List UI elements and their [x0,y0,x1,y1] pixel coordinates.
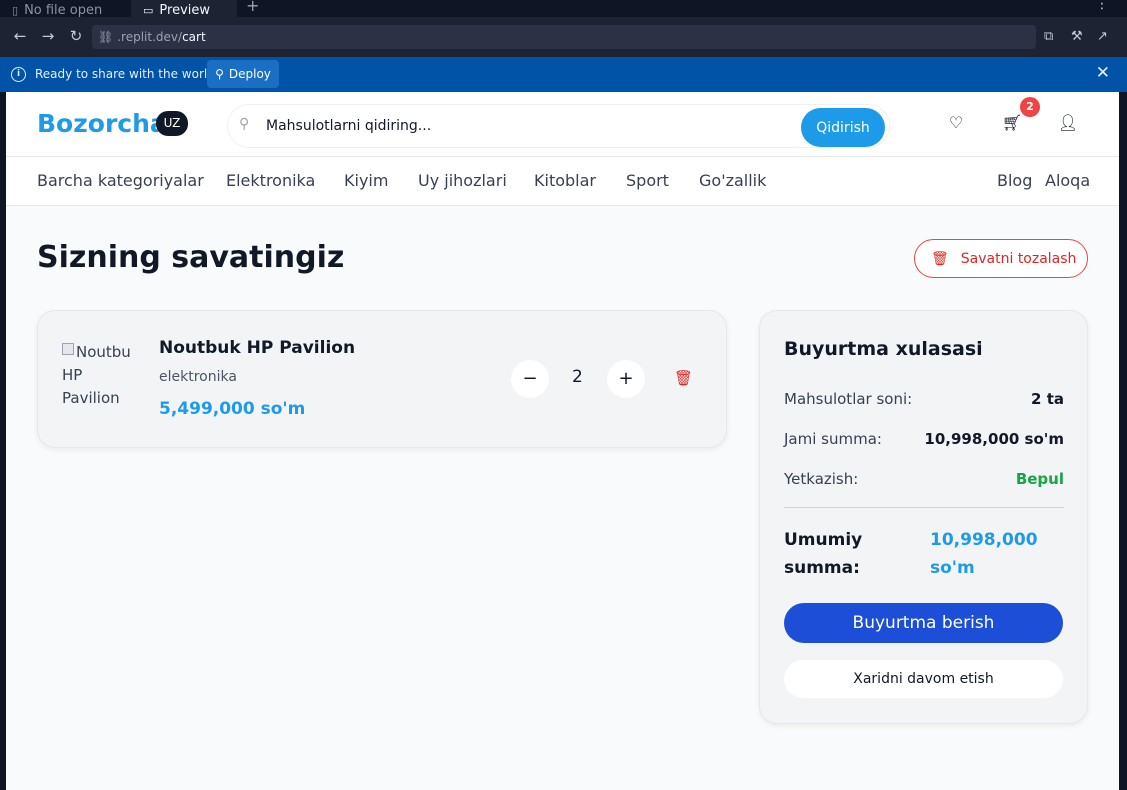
url-domain: .replit.dev/ [117,30,183,44]
cart-count-badge: 2 [1020,97,1040,117]
product-price: 5,499,000 so'm [159,399,306,419]
site-logo[interactable]: Bozorcha [37,109,167,138]
tab-label: No file open [24,3,103,18]
search-icon: ⚲ [239,116,250,132]
deploy-label: Deploy [228,67,271,81]
devices-icon[interactable]: ⧉ [1044,29,1053,44]
decrease-quantity-button[interactable]: − [511,360,549,398]
sum-value: 10,998,000 so'm [924,430,1064,448]
nav-home[interactable]: Uy jihozlari [418,171,507,190]
browser-tabbar: ▯ No file open ▭ Preview + ⋮ [0,0,1127,17]
reload-icon[interactable]: ↻ [67,27,85,45]
nav-beauty[interactable]: Go'zallik [699,171,766,190]
window-edge [1119,92,1127,790]
wrench-icon[interactable]: ⚒ [1071,29,1083,44]
nav-contact[interactable]: Aloqa [1045,171,1090,190]
url-path: cart [182,30,206,44]
url-toolbar: ← → ↻ ⛓ .replit.dev/cart ⧉ ⚒ ↗ [0,17,1127,57]
file-icon: ▯ [12,4,19,17]
nav-all-categories[interactable]: Barcha kategoriyalar [37,171,204,190]
items-label: Mahsulotlar soni: [784,390,913,408]
link-icon: ⛓ [98,30,114,44]
summary-sum-row: Jami summa: 10,998,000 so'm [784,430,1064,448]
more-options-icon[interactable]: ⋮ [1095,0,1109,12]
monitor-icon: ▭ [143,4,154,17]
deploy-button[interactable]: ⚲ Deploy [207,60,279,88]
heart-icon[interactable]: ♡ [944,113,968,137]
clear-cart-button[interactable]: 🗑︎ Savatni tozalash [914,239,1088,278]
cart-icon[interactable]: 🛒︎ [1000,113,1024,137]
nav-books[interactable]: Kitoblar [534,171,596,190]
product-name[interactable]: Noutbuk HP Pavilion [159,338,355,358]
delivery-value: Bepul [1015,470,1064,488]
search-bar: ⚲ Qidirish [227,104,890,148]
summary-delivery-row: Yetkazish: Bepul [784,470,1064,488]
page: Bozorcha UZ ⚲ Qidirish ♡ 🛒︎ 2 👤︎ Barcha … [6,92,1119,790]
broken-image-icon [62,343,74,355]
deploy-message: Ready to share with the world? [35,67,222,81]
summary-divider [784,507,1064,508]
cart-item: Noutbuk HP Pavilion Noutbuk HP Pavilion … [37,310,727,448]
product-image: Noutbuk HP Pavilion [62,341,130,417]
search-input[interactable] [266,115,806,137]
url-field[interactable]: ⛓ .replit.dev/cart [92,25,1036,49]
nav-electronics[interactable]: Elektronika [226,171,315,190]
clear-cart-label: Savatni tozalash [960,250,1077,267]
total-label: Umumiy summa: [784,530,863,578]
summary-title: Buyurtma xulasasi [784,338,983,360]
remove-item-trash-icon[interactable]: 🗑︎ [674,369,693,387]
language-badge[interactable]: UZ [156,111,188,136]
place-order-button[interactable]: Buyurtma berish [784,603,1063,643]
tab-preview[interactable]: ▭ Preview [131,0,237,17]
increase-quantity-button[interactable]: + [607,360,645,398]
items-value: 2 ta [1031,390,1064,408]
tab-label: Preview [159,3,211,18]
sum-label: Jami summa: [784,430,882,448]
tab-no-file-open[interactable]: ▯ No file open [0,0,130,17]
forward-arrow-icon[interactable]: → [39,27,57,45]
summary-items-row: Mahsulotlar soni: 2 ta [784,390,1064,408]
deploy-banner: i Ready to share with the world? ⚲ Deplo… [0,57,1127,92]
site-header: Bozorcha UZ ⚲ Qidirish ♡ 🛒︎ 2 👤︎ [6,92,1119,157]
back-arrow-icon[interactable]: ← [11,27,29,45]
nav-sport[interactable]: Sport [626,171,669,190]
total-value: 10,998,000 so'm [930,530,1038,578]
order-summary: Buyurtma xulasasi Mahsulotlar soni: 2 ta… [759,310,1088,724]
product-category: elektronika [159,369,237,385]
new-tab-button[interactable]: + [246,0,259,15]
search-button[interactable]: Qidirish [801,108,885,147]
page-title: Sizning savatingiz [37,240,345,275]
continue-shopping-button[interactable]: Xaridni davom etish [784,660,1063,698]
nav-blog[interactable]: Blog [997,171,1032,190]
close-icon[interactable]: ✕ [1096,63,1110,83]
info-icon: i [11,67,26,82]
deploy-icon: ⚲ [215,67,224,81]
delivery-label: Yetkazish: [784,470,859,488]
nav-clothing[interactable]: Kiyim [344,171,388,190]
external-link-icon[interactable]: ↗ [1097,29,1108,44]
trash-icon: 🗑︎ [931,250,949,267]
category-nav: Barcha kategoriyalar Elektronika Kiyim U… [6,157,1119,206]
quantity-value: 2 [572,367,583,387]
user-icon[interactable]: 👤︎ [1056,113,1080,137]
